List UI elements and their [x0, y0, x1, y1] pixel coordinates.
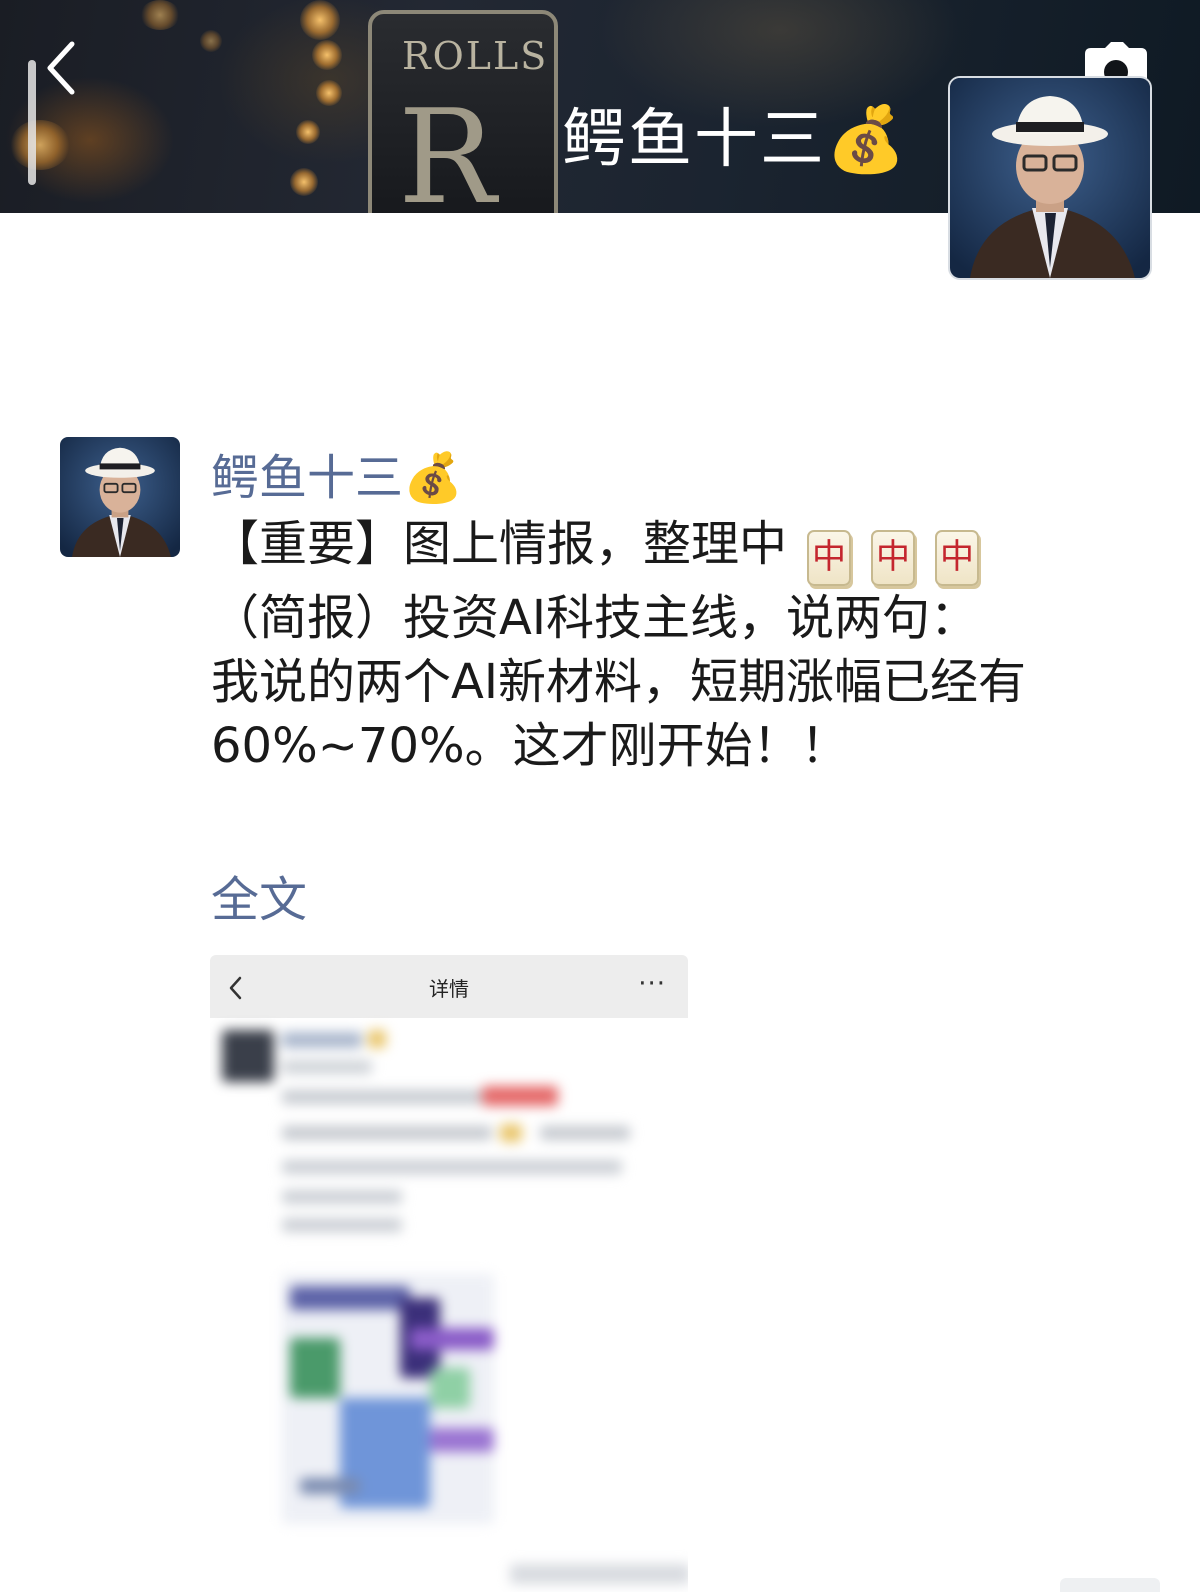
bokeh-light: [316, 80, 342, 106]
bokeh-light: [140, 0, 180, 30]
image-title-bar: 详情 ···: [210, 955, 688, 1018]
bokeh-light: [312, 40, 342, 70]
post-line: 【重要】图上情报，整理中中中中: [211, 512, 1111, 586]
profile-avatar[interactable]: [948, 76, 1152, 280]
bokeh-light: [10, 120, 70, 170]
back-button[interactable]: [36, 40, 86, 96]
blurred-chart: [410, 1328, 494, 1350]
mahjong-red-dragon-icon: 中: [807, 530, 852, 586]
blurred-chart: [300, 1478, 360, 1494]
portrait-image: [60, 437, 180, 557]
bokeh-light: [290, 168, 318, 196]
blurred-avatar: [222, 1030, 274, 1082]
blurred-text: [282, 1126, 492, 1140]
blurred-text: [510, 1564, 688, 1584]
mahjong-red-dragon-icon: 中: [871, 530, 916, 586]
scroll-indicator: [28, 60, 36, 185]
full-text-link[interactable]: 全文: [211, 860, 307, 930]
more-dots-icon: ···: [638, 969, 666, 999]
rolls-royce-badge: ROLLS R: [368, 10, 558, 213]
bokeh-light: [296, 120, 320, 144]
author-avatar[interactable]: [60, 437, 180, 557]
blurred-text: [282, 1160, 622, 1174]
blurred-text: [282, 1060, 372, 1074]
blurred-text: [500, 1124, 522, 1142]
bokeh-light: [200, 30, 222, 52]
blurred-text: [282, 1090, 482, 1104]
blurred-text: [482, 1086, 558, 1106]
portrait-image: [950, 78, 1150, 278]
mahjong-red-dragon-icon: 中: [935, 530, 980, 586]
cover-username: 鳄鱼十三💰: [562, 103, 908, 177]
post-line-text: 60%~70%。这才刚开始！！: [211, 718, 849, 774]
post-image[interactable]: 详情 ···: [210, 955, 688, 1592]
blurred-chart: [430, 1428, 494, 1452]
image-title: 详情: [429, 977, 469, 1001]
blurred-text: [368, 1030, 386, 1048]
post-author-name[interactable]: 鳄鱼十三💰: [211, 438, 463, 508]
blurred-content: [210, 1018, 688, 1592]
post-line-text: 我说的两个AI新材料，短期涨幅已经有: [211, 654, 1026, 710]
post-line-text: （简报）投资AI科技主线，说两句：: [211, 590, 978, 646]
badge-logo: R: [398, 81, 496, 213]
badge-word: ROLLS: [402, 34, 549, 78]
bokeh-light: [300, 0, 340, 40]
post-text: 【重要】图上情报，整理中中中中 （简报）投资AI科技主线，说两句： 我说的两个A…: [211, 512, 1111, 778]
blurred-chart: [290, 1286, 410, 1310]
bottom-edge: [1060, 1578, 1160, 1592]
blurred-text: [282, 1032, 362, 1048]
post-line-text: 【重要】图上情报，整理中: [211, 516, 788, 572]
blurred-chart: [430, 1368, 470, 1408]
blurred-text: [282, 1218, 402, 1232]
blurred-text: [282, 1190, 402, 1204]
back-arrow-icon: [47, 41, 75, 95]
blurred-text: [540, 1126, 630, 1140]
blurred-chart: [290, 1338, 340, 1398]
